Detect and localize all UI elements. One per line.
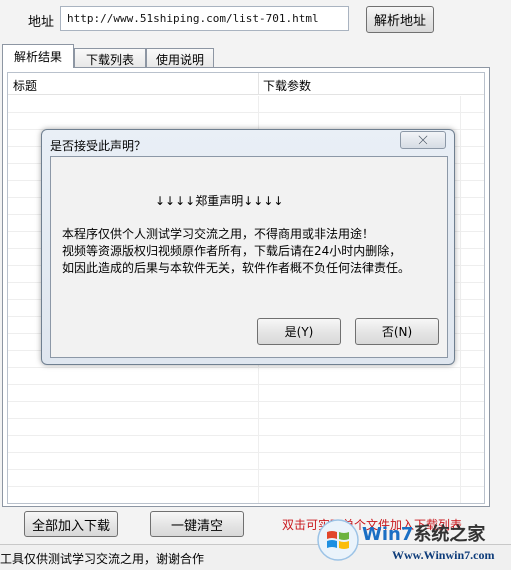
column-header-title[interactable]: 标题	[13, 77, 37, 94]
list-header: 标题 下载参数	[8, 73, 484, 95]
dialog-body: ↓↓↓↓郑重声明↓↓↓↓ 本程序仅供个人测试学习交流之用，不得商用或非法用途！ …	[50, 156, 448, 358]
app-window: 地址 http://www.51shiping.com/list-701.htm…	[0, 0, 511, 570]
tab-download-list[interactable]: 下载列表	[74, 48, 146, 69]
disclaimer-dialog: 是否接受此声明？ ↓↓↓↓郑重声明↓↓↓↓ 本程序仅供个人测试学习交流之用，不得…	[41, 129, 455, 365]
status-text: 工具仅供测试学习交流之用，谢谢合作	[0, 552, 205, 566]
dialog-text-line: 视频等资源版权归视频原作者所有，下载后请在24小时内删除，	[62, 244, 402, 258]
dialog-heading: ↓↓↓↓郑重声明↓↓↓↓	[155, 194, 284, 208]
no-button[interactable]: 否(N)	[355, 318, 439, 345]
dialog-text-line: 本程序仅供个人测试学习交流之用，不得商用或非法用途！	[62, 227, 375, 241]
watermark-brand: Win7系统之家	[362, 520, 485, 546]
url-label: 地址	[28, 15, 55, 30]
grid-line	[460, 96, 461, 503]
watermark-brand-suffix: 系统之家	[413, 524, 486, 545]
close-icon	[417, 135, 429, 145]
clear-all-button[interactable]: 一键清空	[150, 511, 244, 537]
url-input[interactable]: http://www.51shiping.com/list-701.html	[60, 6, 349, 31]
yes-button[interactable]: 是(Y)	[257, 318, 341, 345]
tab-instructions[interactable]: 使用说明	[146, 48, 214, 69]
add-all-button[interactable]: 全部加入下载	[24, 511, 118, 537]
column-header-params[interactable]: 下载参数	[263, 77, 311, 94]
column-separator[interactable]	[258, 73, 259, 95]
watermark-brand-prefix: Win7	[362, 524, 414, 545]
dialog-title: 是否接受此声明？	[50, 139, 147, 153]
windows-logo-icon	[317, 519, 359, 561]
watermark: Win7系统之家 Www.Winwin7.com	[316, 518, 511, 570]
dialog-text-line: 如因此造成的后果与本软件无关，软件作者概不负任何法律责任。	[62, 261, 411, 275]
tab-parse-results[interactable]: 解析结果	[2, 44, 74, 68]
parse-button[interactable]: 解析地址	[366, 6, 434, 33]
dialog-close-button[interactable]	[400, 131, 446, 149]
watermark-url: Www.Winwin7.com	[392, 548, 495, 562]
